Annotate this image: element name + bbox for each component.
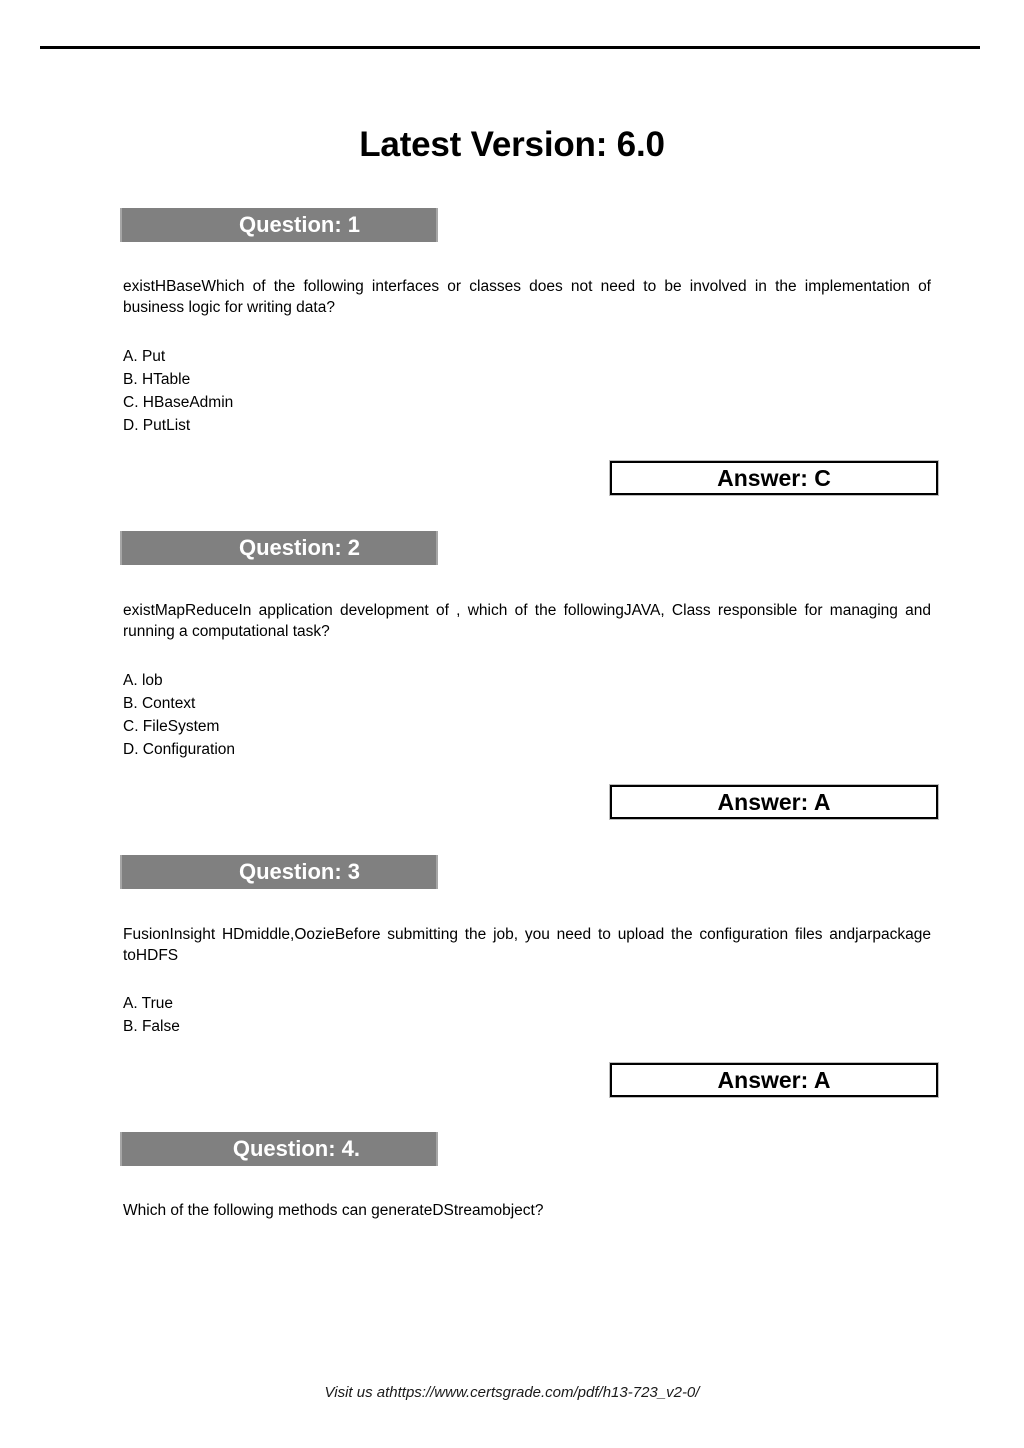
- option-item[interactable]: B. False: [123, 1015, 931, 1038]
- question-banner-2: Question: 2: [120, 531, 438, 565]
- answer-label-3: Answer: A: [717, 1066, 831, 1093]
- question-options-2: A. lob B. Context C. FileSystem D. Confi…: [123, 669, 931, 761]
- answer-box-2: Answer: A: [609, 784, 939, 820]
- answer-box-1: Answer: C: [609, 460, 939, 496]
- question-banner-label-1: Question: 1: [238, 212, 360, 237]
- question-text-4: Which of the following methods can gener…: [123, 1202, 544, 1219]
- option-item[interactable]: A. Put: [123, 345, 931, 368]
- option-item[interactable]: C. HBaseAdmin: [123, 391, 931, 414]
- header-rule: [40, 46, 980, 49]
- question-options-3: A. True B. False: [123, 992, 931, 1038]
- option-item[interactable]: B. Context: [123, 692, 931, 715]
- option-item[interactable]: D. PutList: [123, 414, 931, 437]
- document-page: Latest Version: 6.0 Question: 1 existHBa…: [0, 0, 1024, 1448]
- page-title: Latest Version: 6.0: [359, 125, 665, 164]
- option-item[interactable]: B. HTable: [123, 368, 931, 391]
- question-banner-label-3: Question: 3: [238, 859, 360, 884]
- question-text-2: existMapReduceIn application development…: [123, 602, 931, 640]
- question-banner-label-2: Question: 2: [238, 535, 360, 560]
- option-item[interactable]: A. lob: [123, 669, 931, 692]
- question-banner-1: Question: 1: [120, 208, 438, 242]
- question-options-1: A. Put B. HTable C. HBaseAdmin D. PutLis…: [123, 345, 931, 437]
- answer-label-1: Answer: C: [717, 464, 831, 491]
- option-item[interactable]: D. Configuration: [123, 738, 931, 761]
- question-text-1: existHBaseWhich of the following interfa…: [123, 278, 931, 316]
- answer-label-2: Answer: A: [717, 788, 831, 815]
- question-banner-label-4: Question: 4.: [232, 1136, 360, 1161]
- option-item[interactable]: A. True: [123, 992, 931, 1015]
- footer-link[interactable]: Visit us athttps://www.certsgrade.com/pd…: [0, 1384, 1024, 1401]
- question-banner-4: Question: 4.: [120, 1132, 438, 1166]
- answer-box-3: Answer: A: [609, 1062, 939, 1098]
- option-item[interactable]: C. FileSystem: [123, 715, 931, 738]
- question-banner-3: Question: 3: [120, 855, 438, 889]
- question-text-3: FusionInsight HDmiddle,OozieBefore submi…: [123, 926, 931, 964]
